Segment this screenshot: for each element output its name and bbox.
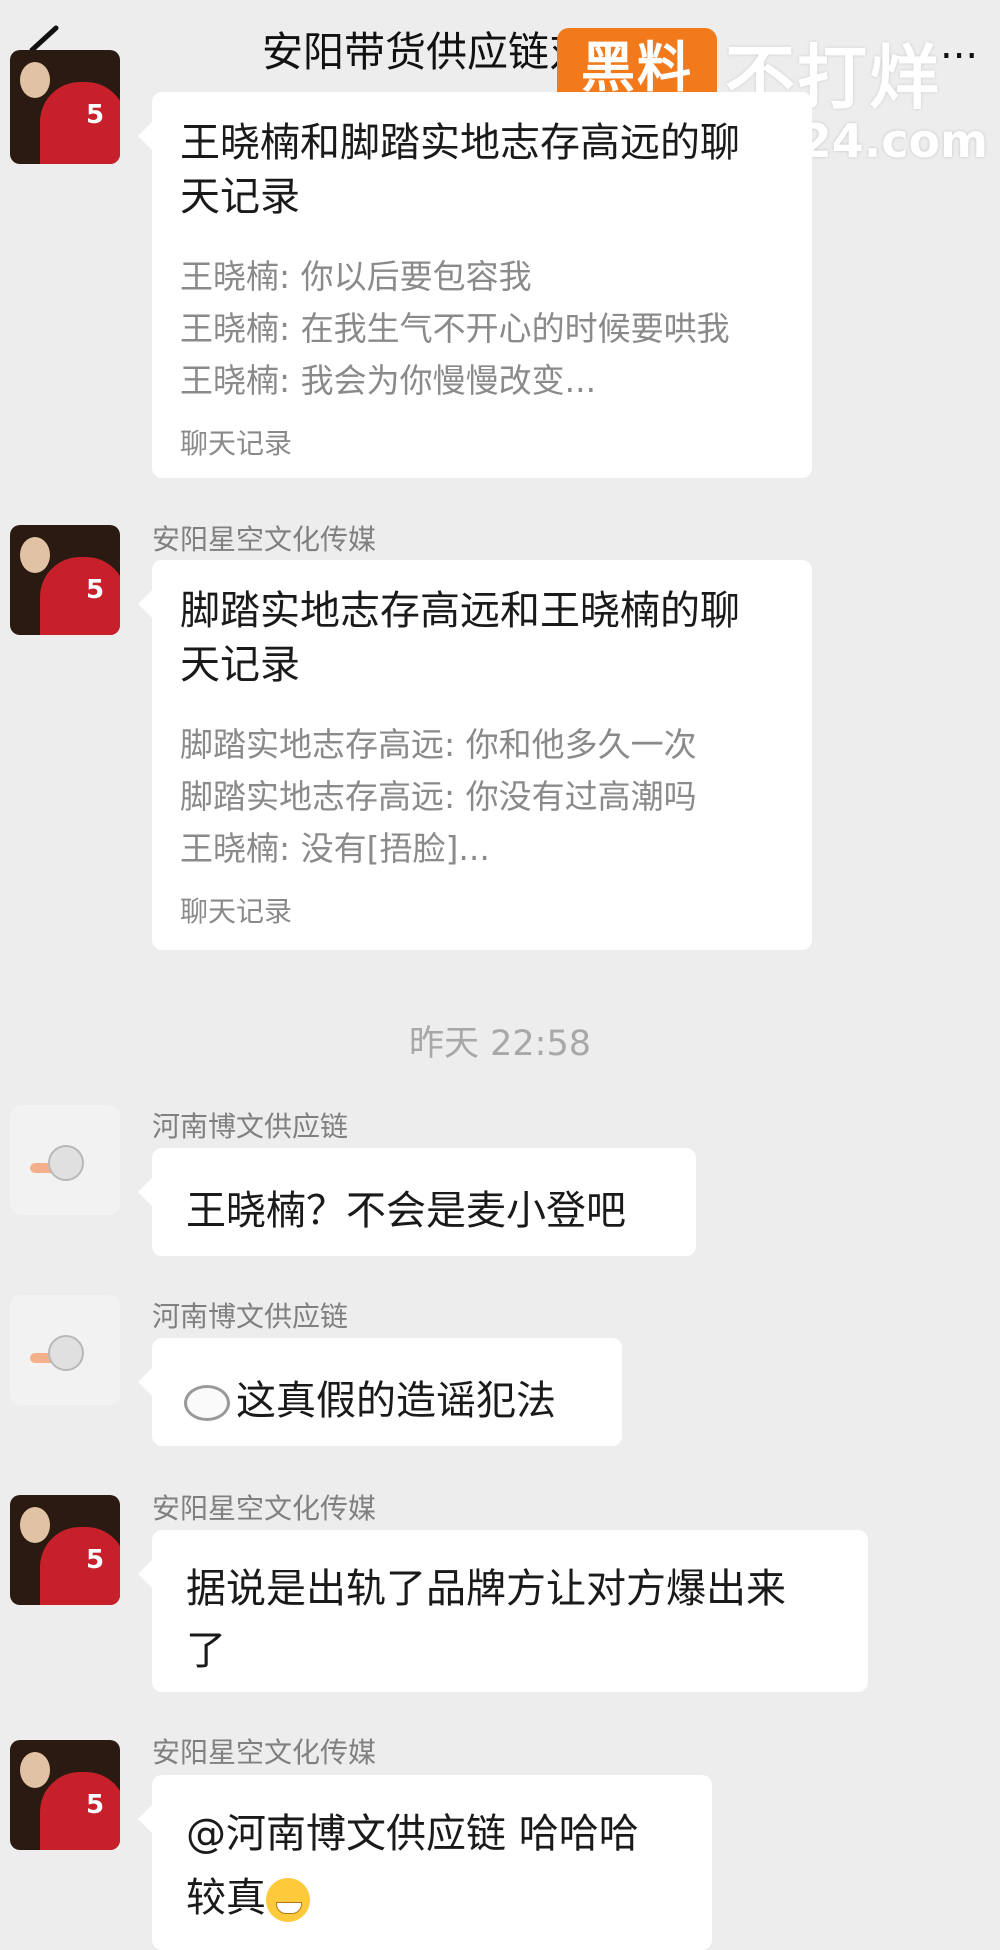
record-title: 天记录 [180,174,300,220]
record-footer: 聊天记录 [180,895,293,928]
record-line: 王晓楠: 我会为你慢慢改变... [180,361,597,400]
message-text: 较真 [186,1865,310,1923]
message-text: 王晓楠？不会是麦小登吧 [186,1188,626,1234]
grinning-emoji-icon [266,1878,310,1922]
message-text: 据说是出轨了品牌方让对方爆出来 [186,1566,786,1612]
message-bubble[interactable]: 王晓楠？不会是麦小登吧 [138,1148,696,1256]
record-footer: 聊天记录 [180,427,293,460]
avatar[interactable]: 5 [10,1495,120,1605]
sender-name: 安阳星空文化传媒 [152,1492,377,1525]
avatar[interactable]: 5 [10,525,120,635]
record-line: 脚踏实地志存高远: 你和他多久一次 [180,725,697,764]
message-bubble[interactable]: 这真假的造谣犯法 [138,1338,622,1446]
chat-record-card[interactable]: 王晓楠和脚踏实地志存高远的聊 天记录 王晓楠: 你以后要包容我 王晓楠: 在我生… [138,92,812,478]
avatar[interactable]: 5 [10,50,120,164]
avatar[interactable]: 5 [10,1740,120,1850]
message-text: 这真假的造谣犯法 [184,1368,556,1426]
record-title: 脚踏实地志存高远和王晓楠的聊 [180,588,740,634]
record-line: 王晓楠: 没有[捂脸]... [180,829,490,868]
message-text: 了 [186,1628,226,1674]
chat-record-card[interactable]: 脚踏实地志存高远和王晓楠的聊 天记录 脚踏实地志存高远: 你和他多久一次 脚踏实… [138,560,812,950]
record-title: 王晓楠和脚踏实地志存高远的聊 [180,120,740,166]
sticker-icon [184,1385,230,1421]
record-title: 天记录 [180,642,300,688]
more-options-icon[interactable]: ... [940,22,978,68]
record-line: 王晓楠: 在我生气不开心的时候要哄我 [180,309,730,348]
message-bubble[interactable]: @河南博文供应链 哈哈哈 较真 [138,1775,712,1950]
top-bar: 安阳带货供应链对接群（ ... 黑料 不打烊 [0,0,1000,119]
sender-name: 安阳星空文化传媒 [152,523,377,556]
message-bubble[interactable]: 据说是出轨了品牌方让对方爆出来 了 [138,1530,868,1692]
message-text: @河南博文供应链 哈哈哈 [186,1811,639,1857]
avatar[interactable] [10,1295,120,1405]
record-line: 王晓楠: 你以后要包容我 [180,257,532,296]
sender-name: 河南博文供应链 [152,1300,349,1333]
avatar[interactable] [10,1105,120,1215]
sender-name: 安阳星空文化传媒 [152,1736,377,1769]
sender-name: 河南博文供应链 [152,1110,349,1143]
record-line: 脚踏实地志存高远: 你没有过高潮吗 [180,777,697,816]
timestamp: 昨天 22:58 [409,1024,591,1064]
